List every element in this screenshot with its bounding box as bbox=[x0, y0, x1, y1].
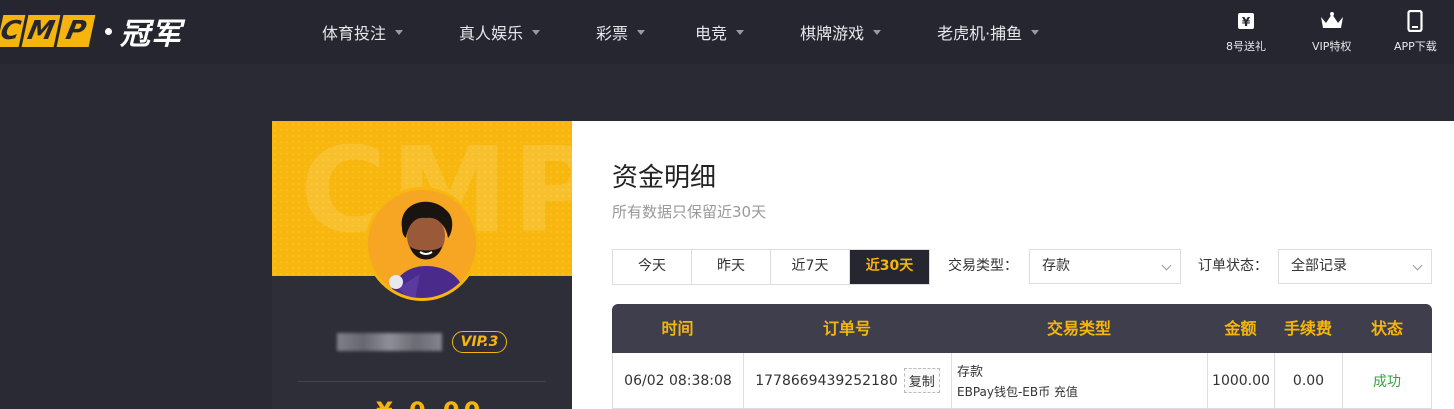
cell-order-no: 1778669439252180 复制 bbox=[744, 353, 952, 408]
tab-yesterday[interactable]: 昨天 bbox=[692, 250, 771, 284]
main-nav: 体育投注 真人娱乐 彩票 电竞 棋牌游戏 老虎机·捕鱼 bbox=[322, 0, 1040, 64]
cell-status: 成功 bbox=[1343, 353, 1432, 408]
nav-item-label: 棋牌游戏 bbox=[800, 24, 865, 43]
column-header-fee: 手续费 bbox=[1283, 319, 1332, 338]
chevron-down-icon bbox=[873, 29, 882, 35]
cell-fee: 0.00 bbox=[1275, 353, 1343, 408]
svg-text:¥: ¥ bbox=[1242, 15, 1251, 29]
logo-chinese-text: 冠军 bbox=[120, 17, 182, 52]
chevron-down-icon bbox=[1031, 29, 1040, 35]
cell-tx-type: 存款 EBPay钱包-EB币 充值 bbox=[952, 353, 1208, 408]
fund-details-panel: 资金明细 所有数据只保留近30天 今天 昨天 近7天 近30天 交易类型： 存款… bbox=[572, 121, 1454, 409]
tx-type-detail: EBPay钱包-EB币 充值 bbox=[957, 385, 1078, 399]
quick-link-label: 8号送礼 bbox=[1226, 40, 1266, 53]
avatar[interactable] bbox=[365, 187, 479, 301]
nav-item-label: 真人娱乐 bbox=[459, 24, 524, 43]
chevron-down-icon bbox=[532, 29, 541, 35]
nav-item-lottery[interactable]: 彩票 bbox=[596, 20, 646, 44]
order-status-value: 全部记录 bbox=[1291, 258, 1347, 274]
order-number: 1778669439252180 bbox=[755, 372, 898, 389]
crown-icon bbox=[1319, 10, 1345, 32]
vip-badge: VIP.3 bbox=[451, 331, 508, 353]
page-title: 资金明细 bbox=[612, 163, 717, 193]
order-status-label: 订单状态： bbox=[1198, 258, 1268, 274]
profile-divider bbox=[298, 381, 546, 382]
phone-icon bbox=[1407, 10, 1423, 32]
user-identity-row: VIP.3 bbox=[272, 331, 572, 353]
top-nav-bar: C M P 冠军 体育投注 真人娱乐 彩票 电竞 棋牌游戏 老虎机·捕鱼 ¥ 8… bbox=[0, 0, 1454, 64]
quick-link-label: APP下载 bbox=[1394, 40, 1437, 53]
brand-logo[interactable]: C M P 冠军 bbox=[0, 14, 182, 52]
nav-item-label: 电竞 bbox=[695, 24, 728, 43]
quick-link-vip[interactable]: VIP特权 bbox=[1312, 10, 1351, 54]
logo-letter: P bbox=[56, 15, 96, 47]
chevron-down-icon bbox=[736, 29, 745, 35]
column-header-time: 时间 bbox=[661, 319, 694, 338]
column-header-status: 状态 bbox=[1370, 319, 1403, 338]
logo-letter: M bbox=[21, 15, 61, 47]
date-range-tabs: 今天 昨天 近7天 近30天 bbox=[612, 249, 930, 285]
status-badge: 成功 bbox=[1373, 373, 1401, 390]
chevron-down-icon bbox=[1412, 260, 1423, 271]
order-status-select[interactable]: 全部记录 bbox=[1278, 249, 1432, 284]
column-header-tx-type: 交易类型 bbox=[1046, 319, 1111, 338]
quick-link-label: VIP特权 bbox=[1312, 40, 1352, 53]
chevron-down-icon bbox=[1161, 260, 1172, 271]
profile-panel: CMP VIP.3 ¥ 0.00 bbox=[272, 121, 572, 409]
nav-item-live-casino[interactable]: 真人娱乐 bbox=[459, 20, 541, 44]
chevron-down-icon bbox=[395, 29, 404, 35]
avatar-portrait bbox=[368, 190, 476, 298]
cell-time: 06/02 08:38:08 bbox=[613, 353, 744, 408]
table-header: 时间 订单号 交易类型 金额 手续费 状态 bbox=[612, 304, 1432, 353]
tab-today[interactable]: 今天 bbox=[613, 250, 692, 284]
copy-button[interactable]: 复制 bbox=[903, 368, 940, 393]
username-blurred bbox=[336, 333, 442, 351]
balance-amount: ¥ 0.00 bbox=[376, 397, 484, 409]
nav-item-label: 彩票 bbox=[596, 24, 629, 43]
tab-last-7-days[interactable]: 近7天 bbox=[771, 250, 850, 284]
table-row: 06/02 08:38:08 1778669439252180 复制 存款 EB… bbox=[612, 353, 1432, 409]
cell-amount: 1000.00 bbox=[1208, 353, 1275, 408]
tab-last-30-days[interactable]: 近30天 bbox=[850, 250, 929, 284]
nav-item-label: 老虎机·捕鱼 bbox=[937, 24, 1023, 43]
logo-dot bbox=[105, 27, 112, 35]
tx-type-select[interactable]: 存款 bbox=[1029, 249, 1181, 284]
tx-type-label: 交易类型： bbox=[948, 258, 1018, 274]
quick-link-app[interactable]: APP下载 bbox=[1394, 10, 1437, 54]
transactions-table: 时间 订单号 交易类型 金额 手续费 状态 06/02 08:38:08 177… bbox=[612, 304, 1432, 409]
chevron-down-icon bbox=[637, 29, 646, 35]
tx-type-main: 存款 bbox=[957, 365, 984, 380]
nav-item-esports[interactable]: 电竞 bbox=[695, 20, 745, 44]
page-subtitle: 所有数据只保留近30天 bbox=[612, 203, 767, 221]
gift-ticket-icon: ¥ bbox=[1236, 10, 1256, 32]
nav-item-card-games[interactable]: 棋牌游戏 bbox=[800, 20, 882, 44]
logo-letters: C M P bbox=[0, 15, 96, 47]
nav-item-label: 体育投注 bbox=[322, 24, 387, 43]
quick-link-gift[interactable]: ¥ 8号送礼 bbox=[1226, 10, 1266, 54]
column-header-amount: 金额 bbox=[1224, 319, 1257, 338]
nav-item-slots-fishing[interactable]: 老虎机·捕鱼 bbox=[937, 20, 1040, 44]
column-header-order-no: 订单号 bbox=[822, 319, 871, 338]
nav-item-sports[interactable]: 体育投注 bbox=[322, 20, 404, 44]
tx-type-value: 存款 bbox=[1042, 258, 1070, 274]
